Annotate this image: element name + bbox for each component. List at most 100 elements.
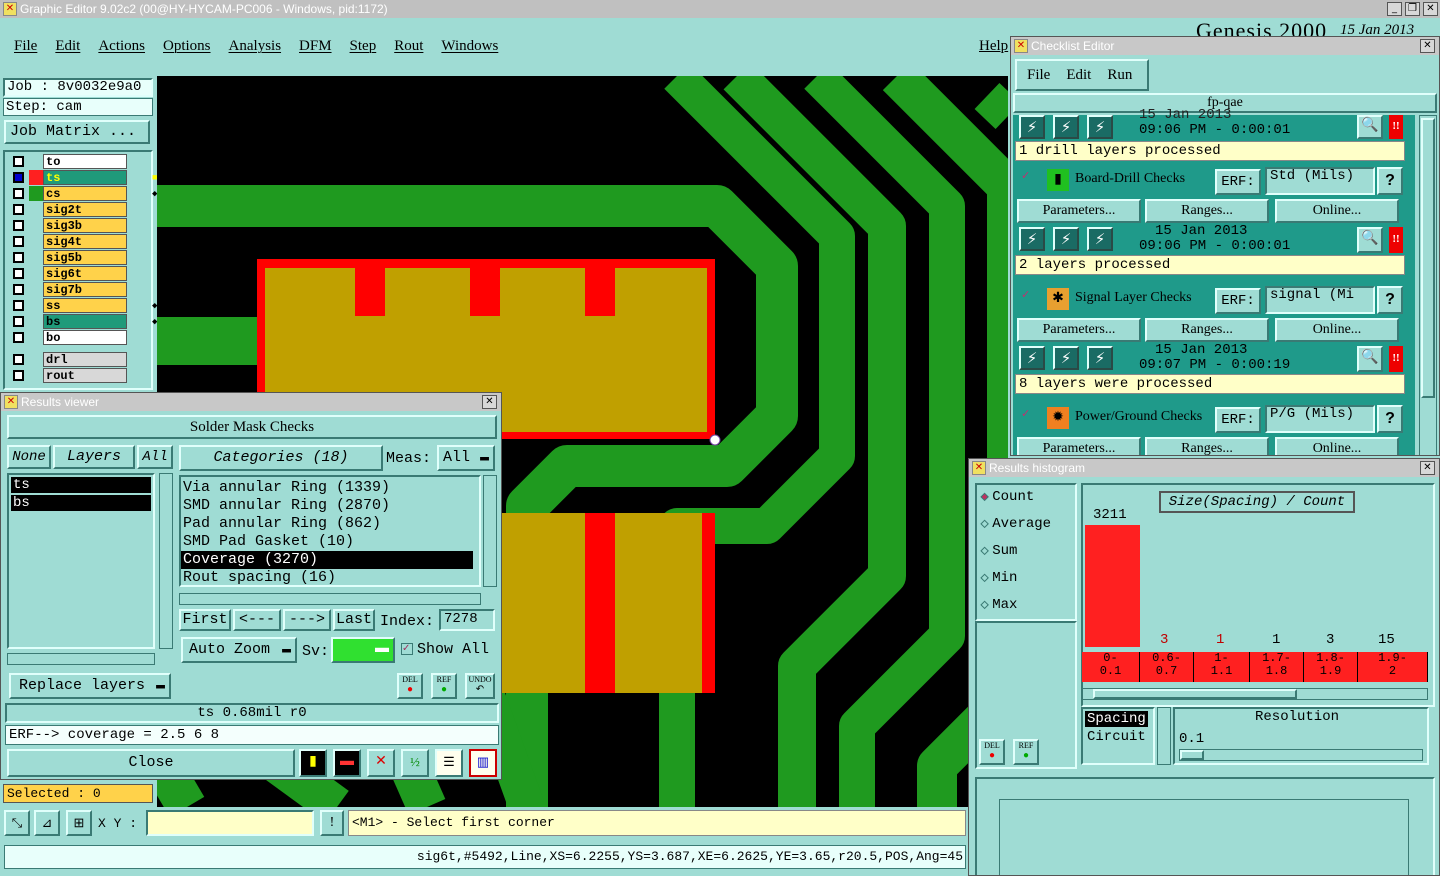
layer-name[interactable]: cs ◆: [43, 186, 157, 201]
run-icon[interactable]: ⚡: [1019, 346, 1045, 370]
layer-name[interactable]: sig2t: [43, 202, 127, 217]
mode-vscroll[interactable]: [1157, 707, 1171, 765]
checklist-vscroll[interactable]: [1419, 115, 1437, 455]
histogram-close-icon[interactable]: ✕: [1420, 461, 1435, 475]
close-icon[interactable]: ✕: [1423, 2, 1438, 16]
layer-row[interactable]: sig2t: [7, 202, 151, 217]
layer-name[interactable]: to: [43, 154, 127, 169]
menu-analysis[interactable]: Analysis: [229, 38, 282, 54]
online-button[interactable]: Online...: [1275, 318, 1399, 342]
ranges-button[interactable]: Ranges...: [1145, 199, 1269, 223]
help-question-button[interactable]: ?: [1377, 405, 1403, 433]
next-button[interactable]: --->: [283, 609, 331, 631]
menu-dfm[interactable]: DFM: [299, 38, 332, 54]
categories-hscroll[interactable]: [179, 593, 481, 605]
run-icon[interactable]: ⚡: [1019, 227, 1045, 251]
layer-checkbox[interactable]: [13, 332, 24, 343]
checklist-menu-run[interactable]: Run: [1107, 67, 1132, 83]
menu-options[interactable]: Options: [163, 38, 211, 54]
check-label[interactable]: Power/Ground Checks: [1075, 409, 1202, 425]
check-enable-checkbox[interactable]: ✓: [1021, 171, 1033, 183]
mode-circuit[interactable]: Circuit: [1083, 729, 1153, 745]
layer-color-swatch[interactable]: [29, 330, 43, 345]
layer-name[interactable]: bs ◆: [43, 314, 157, 329]
results-layer-list[interactable]: ts bs: [7, 473, 155, 649]
first-button[interactable]: First: [179, 609, 231, 631]
layer-color-swatch[interactable]: [29, 314, 43, 329]
layer-row[interactable]: sig7b: [7, 282, 151, 297]
ranges-button[interactable]: Ranges...: [1145, 437, 1269, 455]
resolution-slider-thumb[interactable]: [1180, 750, 1204, 760]
layer-row[interactable]: to: [7, 154, 151, 169]
layers-toggle-button[interactable]: Layers: [53, 445, 135, 469]
mode-spacing[interactable]: Spacing: [1085, 711, 1148, 727]
histogram-option-min[interactable]: ◆ Min: [980, 570, 1017, 586]
tool-icon-5[interactable]: ☰: [435, 749, 463, 777]
run-all-icon[interactable]: ⚡: [1053, 346, 1079, 370]
layer-color-swatch[interactable]: [29, 266, 43, 281]
layer-row[interactable]: rout: [7, 368, 151, 383]
layer-checkbox[interactable]: [13, 354, 24, 365]
histogram-ref-button[interactable]: REF ●: [1013, 739, 1039, 765]
layer-row[interactable]: drl: [7, 352, 151, 367]
run-icon[interactable]: ⚡: [1019, 115, 1045, 139]
auto-zoom-select[interactable]: Auto Zoom ▬: [181, 637, 297, 663]
index-input[interactable]: 7278: [439, 609, 495, 631]
replace-layers-select[interactable]: Replace layers ▬: [9, 673, 171, 699]
layer-row[interactable]: sig5b: [7, 250, 151, 265]
minimize-icon[interactable]: _: [1387, 2, 1402, 16]
menu-file[interactable]: File: [14, 38, 37, 54]
layer-name[interactable]: rout: [43, 368, 127, 383]
radio-icon[interactable]: ◆: [980, 571, 988, 586]
restore-icon[interactable]: ❐: [1405, 2, 1420, 16]
category-item[interactable]: Pad annular Ring (862): [181, 515, 473, 533]
layer-checkbox[interactable]: [13, 220, 24, 231]
layer-row[interactable]: ts ■: [7, 170, 157, 185]
erf-value[interactable]: signal (Mi: [1265, 286, 1375, 314]
help-question-button[interactable]: ?: [1377, 286, 1403, 314]
layer-checkbox[interactable]: [13, 252, 24, 263]
layer-checkbox[interactable]: [13, 268, 24, 279]
results-zoom-icon[interactable]: 🔍: [1357, 227, 1383, 253]
layer-row[interactable]: sig3b: [7, 218, 151, 233]
tool-grid-icon[interactable]: ⊞: [66, 810, 92, 836]
info-icon[interactable]: !: [320, 810, 344, 836]
layer-checkbox[interactable]: [13, 300, 24, 311]
checklist-close-icon[interactable]: ✕: [1420, 39, 1435, 53]
layer-color-swatch[interactable]: [29, 202, 43, 217]
check-enable-checkbox[interactable]: ✓: [1021, 409, 1033, 421]
results-layer-item[interactable]: bs: [11, 495, 151, 511]
results-viewer-close-icon[interactable]: ✕: [482, 395, 497, 409]
radio-icon[interactable]: ◆: [980, 544, 988, 559]
layer-checkbox[interactable]: [13, 156, 24, 167]
results-zoom-icon[interactable]: 🔍: [1357, 346, 1383, 372]
layer-checkbox[interactable]: [13, 172, 24, 183]
menu-actions[interactable]: Actions: [98, 38, 145, 54]
help-question-button[interactable]: ?: [1377, 167, 1403, 195]
layer-name[interactable]: drl: [43, 352, 127, 367]
layer-name[interactable]: sig7b: [43, 282, 127, 297]
histogram-bin[interactable]: 1.8- 1.9: [1304, 652, 1358, 682]
layer-checkbox[interactable]: [13, 316, 24, 327]
radio-icon[interactable]: ◆: [980, 517, 988, 532]
categories-vscroll[interactable]: [483, 475, 497, 587]
layer-color-swatch[interactable]: [29, 298, 43, 313]
histogram-del-button[interactable]: DEL ●: [979, 739, 1005, 765]
histogram-icon[interactable]: ▥: [469, 749, 497, 777]
job-matrix-button[interactable]: Job Matrix ...: [4, 120, 150, 144]
layer-checkbox[interactable]: [13, 284, 24, 295]
layer-name[interactable]: ss ◆: [43, 298, 157, 313]
category-item[interactable]: Coverage (3270): [181, 551, 473, 569]
layer-list-hscroll[interactable]: [7, 653, 155, 665]
ref-button[interactable]: REF ●: [431, 673, 457, 699]
layer-row[interactable]: cs ◆: [7, 186, 157, 201]
layer-checkbox[interactable]: [13, 204, 24, 215]
histogram-bin[interactable]: 0- 0.1: [1082, 652, 1140, 682]
layer-name[interactable]: sig6t: [43, 266, 127, 281]
layer-row[interactable]: sig6t: [7, 266, 151, 281]
histogram-hscroll[interactable]: [1082, 688, 1428, 700]
menu-windows[interactable]: Windows: [441, 38, 498, 54]
menu-step[interactable]: Step: [350, 38, 377, 54]
histogram-bin[interactable]: 1.7- 1.8: [1250, 652, 1304, 682]
layer-list-vscroll[interactable]: [159, 473, 173, 649]
